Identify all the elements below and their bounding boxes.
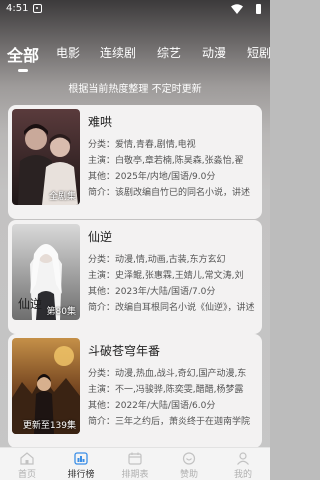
- show-title: 难哄: [88, 115, 113, 129]
- ranking-card[interactable]: 更新至139集 斗破苍穹年番 分类：动漫,热血,战斗,奇幻,国产动漫,东 主演：…: [8, 334, 262, 448]
- nav-label: 排期表: [121, 470, 149, 480]
- episode-badge: 全剧集: [48, 192, 76, 202]
- show-intro: 简介：该剧改编自竹已的同名小说，讲述: [88, 188, 251, 198]
- show-category: 分类：动漫,情,动画,古装,东方玄幻: [88, 255, 226, 265]
- bottom-navigation: 首页 排行榜 排期表 赞助 我的: [0, 447, 270, 480]
- poster-image: 更新至139集: [12, 338, 80, 434]
- calendar-icon: [128, 452, 142, 465]
- tab-series[interactable]: 连续剧: [100, 44, 136, 61]
- show-intro: 简介：改编自耳根同名小说《仙逆》，讲述: [88, 303, 255, 313]
- show-cast: 主演：不一,冯骏骅,陈奕雯,醋醋,杨梦露: [88, 385, 244, 395]
- nav-label: 赞助: [179, 470, 198, 480]
- tab-variety[interactable]: 综艺: [157, 44, 181, 61]
- tab-movie[interactable]: 电影: [56, 44, 80, 61]
- nav-schedule[interactable]: 排期表: [108, 448, 162, 480]
- nav-profile[interactable]: 我的: [216, 448, 270, 480]
- nav-home[interactable]: 首页: [0, 448, 54, 480]
- show-meta: 其他：2022年/大陆/国语/6.0分: [88, 401, 216, 411]
- home-icon: [20, 452, 34, 465]
- status-time: 4:51: [6, 3, 29, 14]
- tab-short-drama[interactable]: 短剧: [247, 44, 271, 61]
- nav-label: 排行榜: [67, 470, 95, 480]
- nav-label: 首页: [17, 470, 36, 480]
- show-meta: 其他：2023年/大陆/国语/7.0分: [88, 287, 216, 297]
- episode-badge: 第80集: [46, 307, 76, 317]
- wifi-icon: [231, 4, 243, 14]
- category-tabs: 全部 电影 连续剧 综艺 动漫 短剧: [0, 42, 271, 68]
- profile-icon: [237, 452, 249, 465]
- show-cast: 主演：白敬亭,章若楠,陈昊森,张淼怡,翟: [88, 156, 244, 166]
- episode-badge: 更新至139集: [22, 421, 76, 431]
- poster-image: 仙逆 第80集: [12, 224, 80, 320]
- app-notification-icon: [33, 4, 42, 13]
- show-category: 分类：动漫,热血,战斗,奇幻,国产动漫,东: [88, 369, 247, 379]
- ranking-subtitle: 根据当前热度整理 不定时更新: [68, 84, 202, 95]
- nav-sponsor[interactable]: 赞助: [162, 448, 216, 480]
- battery-icon: [256, 4, 261, 14]
- show-cast: 主演：史泽鲲,张惠霖,王婧儿,常文涛,刘: [88, 271, 244, 281]
- ranking-card[interactable]: 全剧集 难哄 分类：爱情,青春,剧情,电视 主演：白敬亭,章若楠,陈昊森,张淼怡…: [8, 105, 262, 219]
- nav-ranking[interactable]: 排行榜: [54, 448, 108, 480]
- tab-all[interactable]: 全部: [7, 42, 39, 66]
- status-bar: 4:51: [0, 0, 270, 18]
- show-meta: 其他：2025年/内地/国语/9.0分: [88, 172, 216, 182]
- tab-indicator: [18, 69, 28, 72]
- show-intro: 简介：三年之约后，萧炎终于在迦南学院: [88, 417, 251, 427]
- ranking-card[interactable]: 仙逆 第80集 仙逆 分类：动漫,情,动画,古装,东方玄幻 主演：史泽鲲,张惠霖…: [8, 220, 262, 334]
- poster-image: 全剧集: [12, 109, 80, 205]
- svg-text:仙逆: 仙逆: [18, 296, 42, 311]
- show-title: 斗破苍穹年番: [88, 344, 161, 358]
- sponsor-icon: [182, 452, 196, 465]
- nav-label: 我的: [233, 470, 252, 480]
- show-category: 分类：爱情,青春,剧情,电视: [88, 140, 196, 150]
- ranking-icon: [74, 452, 88, 465]
- tab-anime[interactable]: 动漫: [202, 44, 226, 61]
- show-title: 仙逆: [88, 230, 113, 244]
